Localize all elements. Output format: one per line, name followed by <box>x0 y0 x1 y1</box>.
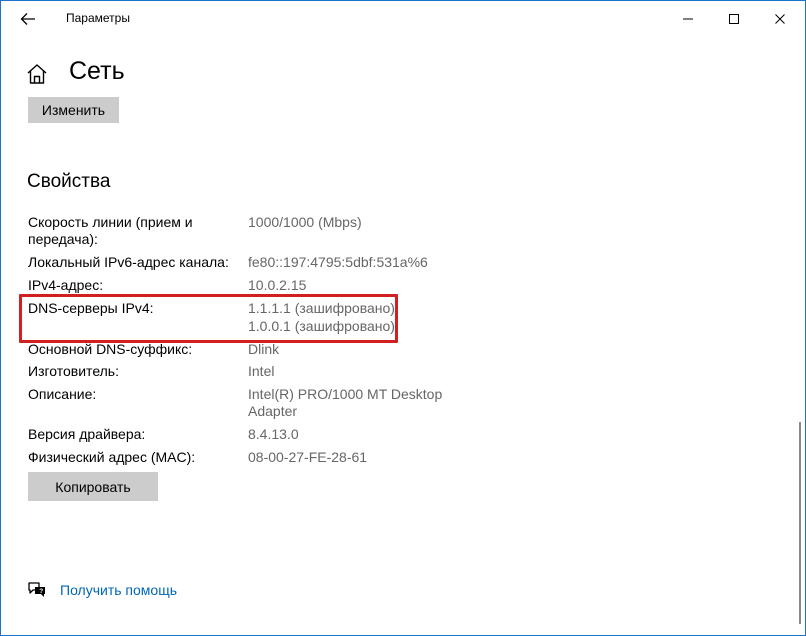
change-button[interactable]: Изменить <box>28 97 119 123</box>
ipv4-label: IPv4-адрес: <box>28 277 104 293</box>
properties-section-title: Свойства <box>27 171 111 192</box>
ipv6-value: fe80::197:4795:5dbf:531a%6 <box>248 254 428 270</box>
get-help-link[interactable]: Получить помощь <box>60 582 177 598</box>
window-title: Параметры <box>66 11 130 25</box>
maximize-button[interactable] <box>711 5 757 33</box>
ipv6-label: Локальный IPv6-адрес канала: <box>28 254 229 270</box>
manufacturer-value: Intel <box>248 363 275 379</box>
description-label: Описание: <box>28 386 97 402</box>
ipv4-value: 10.0.2.15 <box>248 277 307 293</box>
mac-address-value: 08-00-27-FE-28-61 <box>248 449 368 465</box>
dns-server-1-value: 1.1.1.1 (зашифровано) <box>248 300 395 316</box>
dns-server-2-value: 1.0.0.1 (зашифровано) <box>248 318 395 334</box>
arrow-left-icon <box>20 13 35 25</box>
title-bar: Параметры <box>1 1 805 37</box>
minimize-button[interactable] <box>665 5 711 33</box>
dns-suffix-label: Основной DNS-суффикс: <box>28 341 193 357</box>
driver-version-label: Версия драйвера: <box>28 426 146 442</box>
description-value: Intel(R) PRO/1000 MT Desktop Adapter <box>248 386 443 419</box>
home-icon[interactable] <box>26 63 48 85</box>
link-speed-label: Скорость линии (прием и передача): <box>28 214 193 247</box>
dns-servers-label: DNS-серверы IPv4: <box>28 300 154 316</box>
copy-button[interactable]: Копировать <box>28 472 158 501</box>
link-speed-value: 1000/1000 (Mbps) <box>248 214 362 230</box>
driver-version-value: 8.4.13.0 <box>248 426 299 442</box>
page-title: Сеть <box>69 57 125 85</box>
minimize-icon <box>683 18 693 20</box>
manufacturer-label: Изготовитель: <box>28 363 119 379</box>
close-icon <box>775 14 785 24</box>
scrollbar[interactable] <box>799 422 801 624</box>
dns-suffix-value: Dlink <box>248 341 280 357</box>
close-button[interactable] <box>757 5 803 33</box>
maximize-icon <box>729 14 739 24</box>
settings-window: Параметры Сеть Изменить Свойства Скорост… <box>0 0 806 636</box>
svg-text:?: ? <box>39 588 43 595</box>
help-chat-icon: ? <box>28 582 45 597</box>
mac-address-label: Физический адрес (MAC): <box>28 449 196 465</box>
back-button[interactable] <box>11 5 45 33</box>
